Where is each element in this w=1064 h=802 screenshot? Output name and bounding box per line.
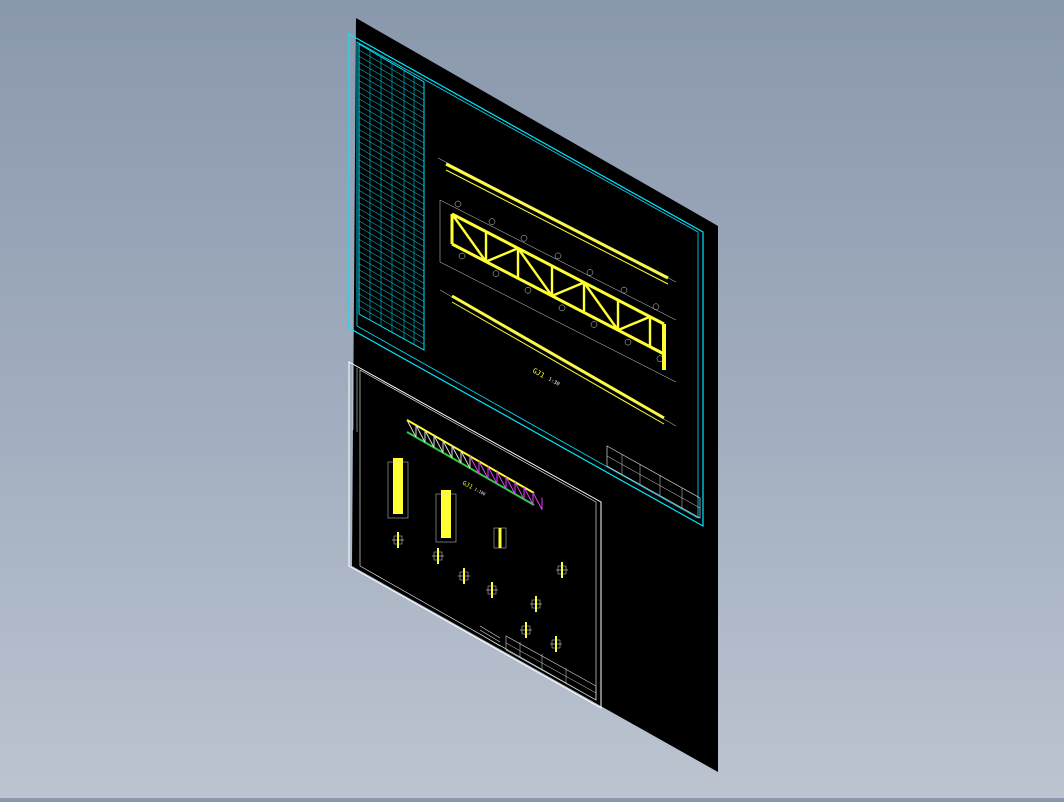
isometric-drawing-scene[interactable]: GJ1 1:30 GJ1 1:100 [0,0,1064,798]
cad-viewport[interactable]: GJ1 1:30 GJ1 1:100 [0,0,1064,798]
